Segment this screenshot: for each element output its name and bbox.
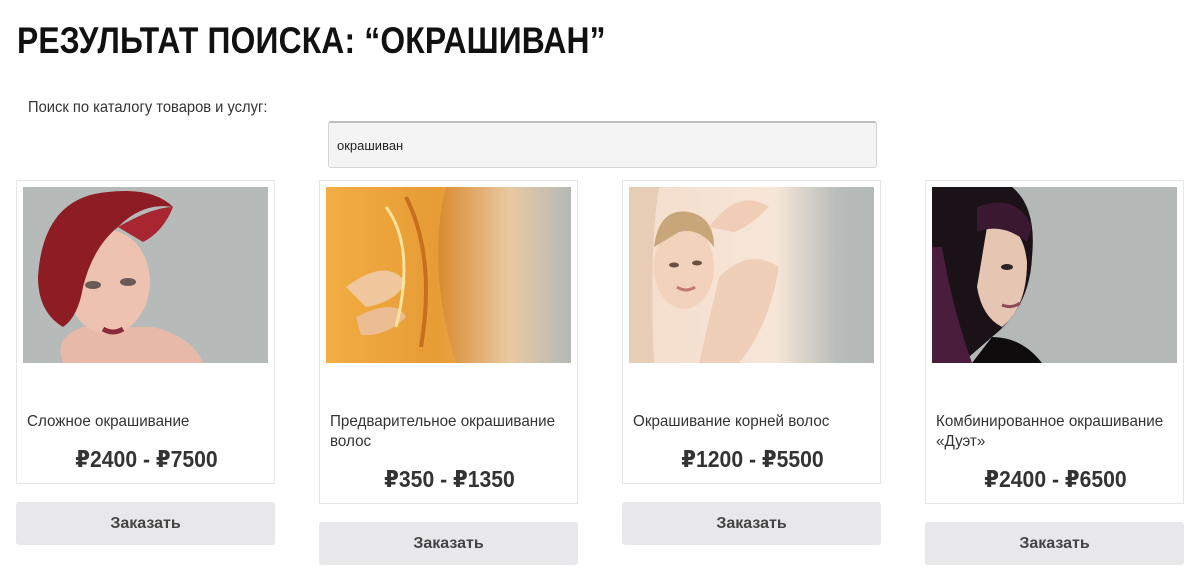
product-price: ₽2400 - ₽7500	[75, 446, 218, 472]
product-image-dark-bob-woman[interactable]	[932, 187, 1177, 363]
product-card: Предварительное окрашивание волос ₽350 -…	[319, 180, 578, 504]
order-button[interactable]: Заказать	[925, 522, 1184, 565]
product-card: Комбинированное окрашивание «Дуэт» ₽2400…	[925, 180, 1184, 504]
product-card: Сложное окрашивание ₽2400 - ₽7500	[16, 180, 275, 484]
product-image-red-hair-woman[interactable]	[23, 187, 268, 363]
order-button[interactable]: Заказать	[16, 502, 275, 545]
order-button[interactable]: Заказать	[319, 522, 578, 565]
search-input[interactable]	[328, 121, 877, 168]
product-name[interactable]: Сложное окрашивание	[27, 412, 255, 432]
product-price: ₽2400 - ₽6500	[984, 466, 1127, 492]
product-price: ₽350 - ₽1350	[384, 466, 515, 492]
order-button[interactable]: Заказать	[622, 502, 881, 545]
product-name[interactable]: Окрашивание корней волос	[633, 412, 861, 432]
product-price: ₽1200 - ₽5500	[681, 446, 824, 472]
product-name[interactable]: Предварительное окрашивание волос	[330, 412, 558, 452]
page-title: РЕЗУЛЬТАТ ПОИСКА: “ОКРАШИВАН”	[17, 20, 606, 61]
product-name[interactable]: Комбинированное окрашивание «Дуэт»	[936, 412, 1164, 452]
product-image-smiling-woman[interactable]	[629, 187, 874, 363]
product-card: Окрашивание корней волос ₽1200 - ₽5500	[622, 180, 881, 484]
search-label: Поиск по каталогу товаров и услуг:	[28, 99, 268, 116]
product-image-golden-hair-closeup[interactable]	[326, 187, 571, 363]
